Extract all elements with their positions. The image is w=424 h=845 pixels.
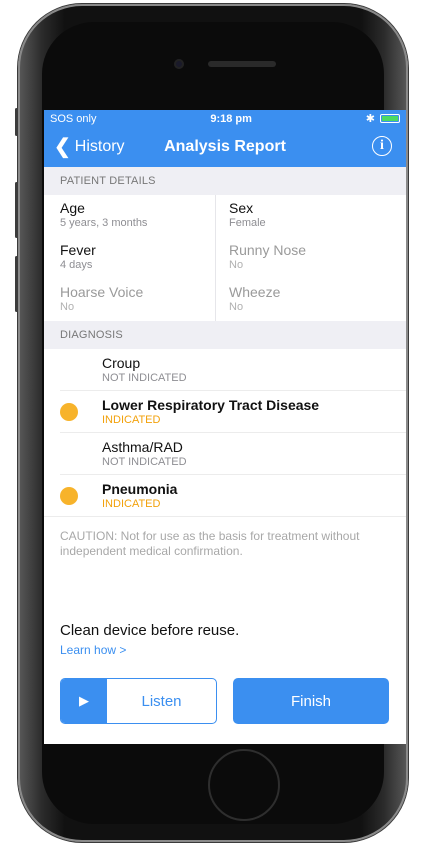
bluetooth-icon: ✱ <box>365 113 375 125</box>
listen-button[interactable]: ▶ Listen <box>60 678 217 724</box>
diagnosis-lrtd: Lower Respiratory Tract Disease INDICATE… <box>60 391 406 433</box>
detail-row: Hoarse Voice No Wheeze No <box>60 279 390 321</box>
detail-hoarse-voice: Hoarse Voice No <box>60 279 221 321</box>
caution-text: CAUTION: Not for use as the basis for tr… <box>44 516 406 559</box>
indicator-slot <box>60 402 102 421</box>
mute-switch <box>15 108 18 136</box>
detail-value: No <box>229 301 244 313</box>
diagnosis-name: Pneumonia <box>102 481 178 497</box>
patient-details-header: PATIENT DETAILS <box>44 167 406 195</box>
detail-label: Fever <box>60 242 96 258</box>
detail-runny-nose: Runny Nose No <box>215 237 390 279</box>
diagnosis-name: Lower Respiratory Tract Disease <box>102 397 320 413</box>
volume-up-button <box>15 182 18 238</box>
status-bar: SOS only 9:18 pm ✱ <box>44 110 406 127</box>
clean-device-text: Clean device before reuse. <box>60 622 240 639</box>
status-icons: ✱ <box>366 112 400 125</box>
diagnosis-name: Asthma/RAD <box>102 439 183 455</box>
detail-wheeze: Wheeze No <box>215 279 390 321</box>
detail-label: Wheeze <box>229 284 281 300</box>
info-icon[interactable]: i <box>372 136 392 156</box>
diagnosis-status: NOT INDICATED <box>102 372 187 384</box>
detail-sex: Sex Female <box>215 195 390 237</box>
detail-label: Hoarse Voice <box>60 284 144 300</box>
app-screen: SOS only 9:18 pm ✱ ❮ History Analysis Re… <box>44 110 406 744</box>
detail-label: Sex <box>229 200 254 216</box>
detail-value: No <box>60 301 75 313</box>
diagnosis-croup: Croup NOT INDICATED <box>60 349 406 391</box>
detail-value: No <box>229 259 244 271</box>
listen-label: Listen <box>141 692 182 710</box>
detail-value: 5 years, 3 months <box>60 217 148 229</box>
detail-fever: Fever 4 days <box>60 237 221 279</box>
detail-value: Female <box>229 217 266 229</box>
navigation-bar: ❮ History Analysis Report i <box>44 127 406 167</box>
indicator-dot-icon <box>60 402 78 421</box>
volume-down-button <box>15 256 18 312</box>
indicator-slot <box>60 486 102 505</box>
indicator-dot-icon <box>60 486 78 505</box>
diagnosis-header: DIAGNOSIS <box>44 321 406 349</box>
play-icon: ▶ <box>61 679 107 723</box>
detail-label: Runny Nose <box>229 242 307 258</box>
diagnosis-status: INDICATED <box>102 498 161 510</box>
detail-value: 4 days <box>60 259 93 271</box>
back-label: History <box>74 138 125 155</box>
battery-icon <box>379 114 400 123</box>
detail-row: Age 5 years, 3 months Sex Female <box>60 195 390 237</box>
diagnosis-status: NOT INDICATED <box>102 456 187 468</box>
chevron-left-icon: ❮ <box>54 135 71 158</box>
diagnosis-status: INDICATED <box>102 414 161 426</box>
diagnosis-pneumonia: Pneumonia INDICATED <box>60 475 406 516</box>
clock: 9:18 pm <box>210 112 252 125</box>
front-camera <box>174 59 184 69</box>
carrier-label: SOS only <box>50 112 97 125</box>
home-button[interactable] <box>208 749 280 821</box>
detail-row: Fever 4 days Runny Nose No <box>60 237 390 279</box>
learn-how-link[interactable]: Learn how > <box>60 643 126 657</box>
earpiece-speaker <box>208 61 276 67</box>
finish-button[interactable]: Finish <box>233 678 389 724</box>
detail-age: Age 5 years, 3 months <box>60 195 221 237</box>
detail-label: Age <box>60 200 85 216</box>
diagnosis-asthma: Asthma/RAD NOT INDICATED <box>60 433 406 475</box>
diagnosis-list: Croup NOT INDICATED Lower Respiratory Tr… <box>44 349 406 516</box>
back-button[interactable]: ❮ History <box>54 127 125 167</box>
diagnosis-name: Croup <box>102 355 141 371</box>
patient-details: Age 5 years, 3 months Sex Female Fever 4… <box>44 195 406 321</box>
